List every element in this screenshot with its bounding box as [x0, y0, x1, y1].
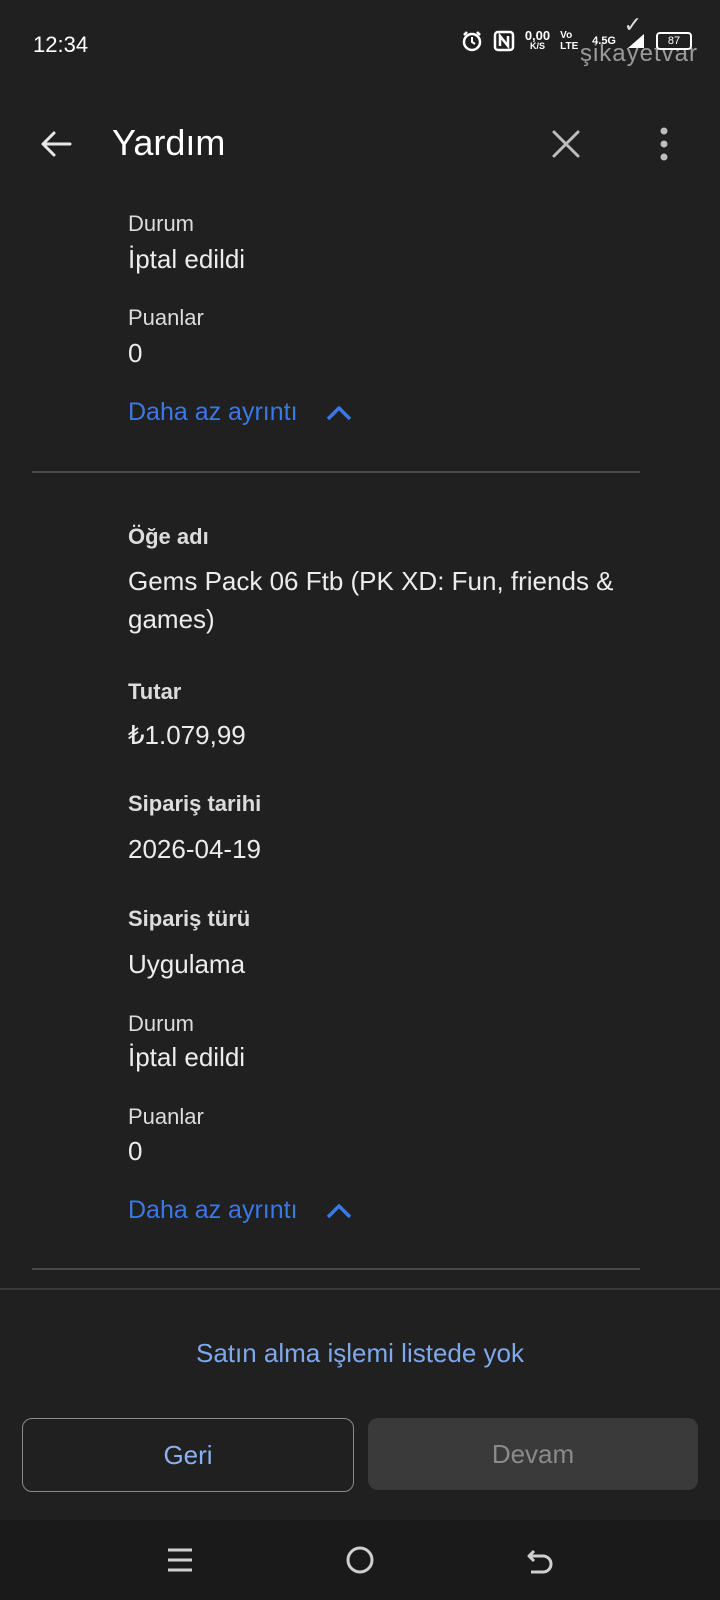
- status-value: İptal edildi: [128, 1042, 246, 1072]
- prev-points-label: Puanlar: [128, 305, 204, 330]
- back-return-icon: [527, 1549, 553, 1574]
- points-value: 0: [128, 1136, 143, 1166]
- menu-icon: [168, 1548, 192, 1572]
- alarm-icon: [461, 30, 483, 52]
- order-type-value: Uygulama: [128, 949, 246, 979]
- arrow-back-icon: [41, 131, 72, 157]
- system-nav-bar: [0, 1520, 720, 1600]
- watermark-text: şikayetvar: [579, 40, 698, 67]
- net-speed-value: 0,00: [524, 28, 551, 43]
- points-label: Puanlar: [128, 1104, 204, 1129]
- amount-value: ₺1.079,99: [128, 720, 246, 750]
- amount-label: Tutar: [128, 679, 182, 704]
- home-button[interactable]: [338, 1538, 382, 1582]
- more-vert-icon: [660, 127, 668, 161]
- close-button[interactable]: [544, 122, 588, 166]
- status-bar: 12:34 ✓ 0,00 K/S Vo LTE 4.5G 87 şikayetv…: [0, 0, 720, 90]
- close-icon: [552, 130, 580, 158]
- volte-indicator: Vo LTE: [560, 30, 579, 52]
- continue-button[interactable]: Devam: [368, 1418, 698, 1490]
- bottom-action-panel: Satın alma işlemi listede yok Geri Devam: [0, 1288, 720, 1522]
- divider: [32, 471, 640, 473]
- recents-button[interactable]: [158, 1538, 202, 1582]
- order-date-label: Sipariş tarihi: [128, 791, 262, 816]
- less-details-link[interactable]: Daha az ayrıntı: [128, 1196, 352, 1225]
- prev-status-label: Durum: [128, 211, 195, 236]
- less-details-label: Daha az ayrıntı: [128, 1196, 298, 1224]
- prev-less-details-label: Daha az ayrıntı: [128, 398, 298, 426]
- item-name-value: Gems Pack 06 Ftb (PK XD: Fun, friends & …: [128, 566, 614, 634]
- back-button[interactable]: Geri: [22, 1418, 354, 1492]
- purchase-not-listed-link[interactable]: Satın alma işlemi listede yok: [0, 1338, 720, 1369]
- more-options-button[interactable]: [642, 122, 686, 166]
- net-speed: 0,00 K/S: [524, 28, 551, 52]
- divider: [32, 1268, 640, 1270]
- home-circle-icon: [346, 1546, 374, 1574]
- back-arrow-button[interactable]: [34, 122, 78, 166]
- nfc-icon: [493, 30, 515, 52]
- prev-less-details-link[interactable]: Daha az ayrıntı: [128, 398, 352, 427]
- app-bar: Yardım: [0, 100, 720, 190]
- order-date-value: 2026-04-19: [128, 834, 261, 864]
- chevron-up-icon: [326, 1203, 351, 1218]
- prev-status-value: İptal edildi: [128, 244, 246, 274]
- page-title: Yardım: [112, 122, 226, 163]
- status-label: Durum: [128, 1011, 195, 1036]
- item-name-label: Öğe adı: [128, 524, 209, 549]
- status-time: 12:34: [33, 32, 89, 57]
- chevron-up-icon: [326, 405, 351, 420]
- system-back-button[interactable]: [518, 1538, 562, 1582]
- order-type-label: Sipariş türü: [128, 906, 251, 931]
- prev-points-value: 0: [128, 338, 143, 368]
- net-speed-unit: K/S: [529, 41, 545, 51]
